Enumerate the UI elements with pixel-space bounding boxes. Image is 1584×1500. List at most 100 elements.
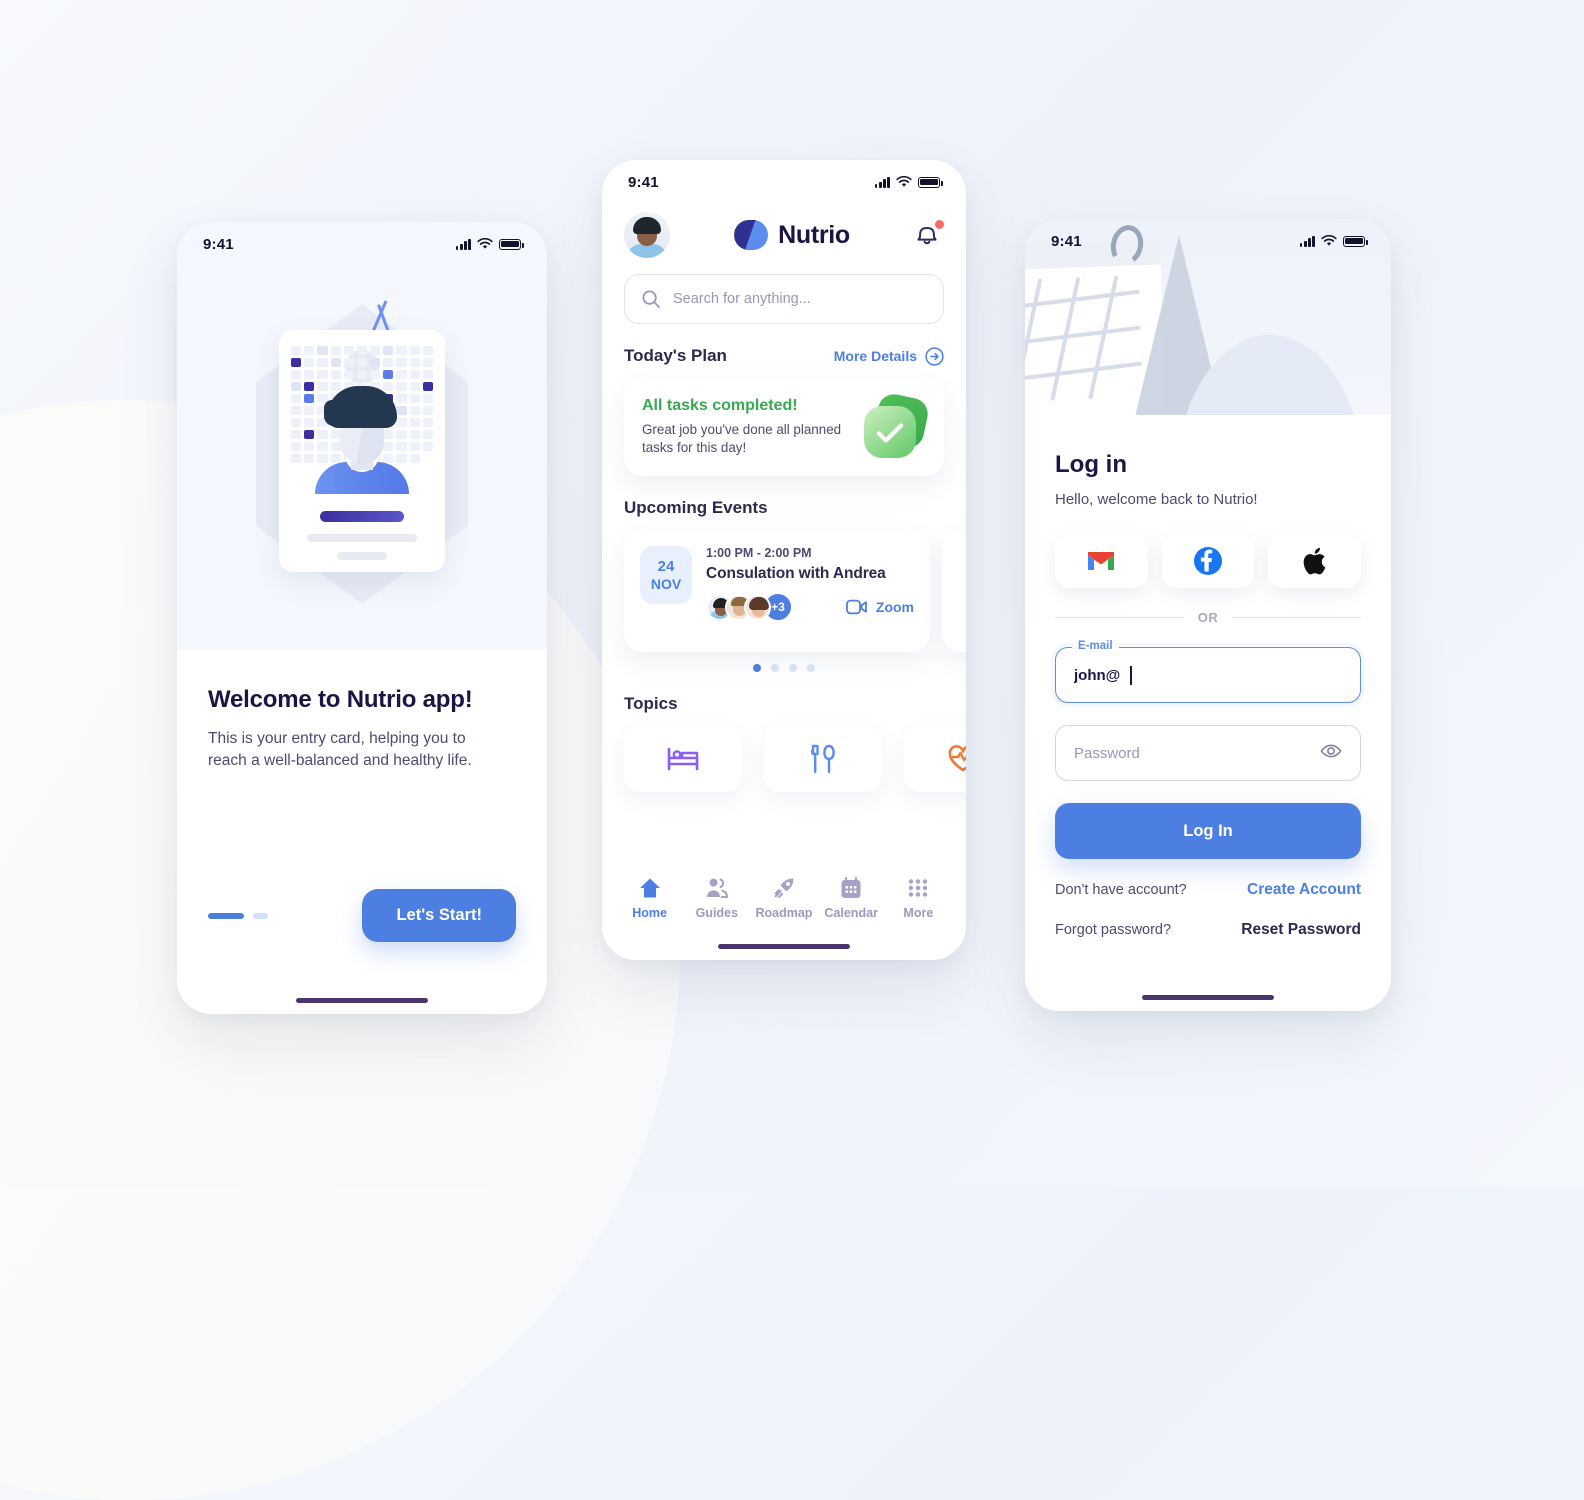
status-bar: 9:41 — [602, 160, 966, 204]
card-line-bar-2 — [337, 552, 387, 560]
section-title-todays-plan: Today's Plan — [624, 346, 727, 365]
social-login-row — [1055, 534, 1362, 588]
event-title: Consulation with Andrea — [706, 565, 886, 582]
create-account-link[interactable]: Create Account — [1247, 881, 1361, 899]
reset-password-row: Forgot password? Reset Password — [1055, 921, 1361, 939]
or-divider: OR — [1055, 610, 1361, 625]
event-card[interactable]: 24 NOV 1:00 PM - 2:00 PM Consulation wit… — [624, 530, 930, 652]
grid-dots-icon — [909, 879, 928, 897]
topics-header: Topics — [624, 694, 944, 714]
section-title-topics: Topics — [624, 694, 678, 713]
lets-start-button[interactable]: Let's Start! — [362, 889, 516, 942]
card-name-bar — [320, 511, 404, 522]
bell-icon[interactable] — [914, 219, 944, 251]
home-indicator — [296, 998, 428, 1003]
signal-bars-icon — [455, 238, 471, 250]
event-card-next-peek[interactable] — [942, 530, 966, 652]
create-account-row: Don't have account? Create Account — [1055, 881, 1361, 899]
zoom-join-button[interactable]: Zoom — [845, 599, 914, 615]
heart-pulse-icon — [948, 745, 966, 772]
email-input[interactable] — [1074, 666, 1136, 684]
tab-guides[interactable]: Guides — [686, 876, 748, 920]
google-login-button[interactable] — [1055, 534, 1148, 588]
check-shield-icon — [864, 391, 931, 458]
topics-carousel[interactable] — [624, 726, 966, 796]
avatar-hair — [324, 386, 397, 428]
pagination-dot-2[interactable] — [253, 912, 268, 919]
reset-password-link[interactable]: Reset Password — [1241, 921, 1361, 939]
battery-icon — [499, 238, 524, 250]
tasks-completed-card[interactable]: All tasks completed! Great job you've do… — [624, 378, 944, 476]
status-bar: 9:41 — [177, 222, 547, 266]
calendar-icon — [841, 876, 861, 898]
password-field[interactable] — [1055, 725, 1361, 781]
logo-text: Nutrio — [778, 220, 850, 249]
card-line-bar-1 — [307, 534, 417, 542]
upcoming-events-header: Upcoming Events — [624, 498, 944, 518]
todays-plan-header: Today's Plan More Details — [624, 346, 944, 366]
more-details-link[interactable]: More Details — [833, 346, 944, 366]
page-title: Welcome to Nutrio app! — [208, 686, 473, 713]
entry-card-illustration — [177, 282, 547, 622]
page-title: Log in — [1055, 451, 1127, 478]
tab-roadmap[interactable]: Roadmap — [753, 876, 815, 920]
page-subtitle: This is your entry card, helping you to … — [208, 730, 472, 769]
tab-calendar[interactable]: Calendar — [820, 876, 882, 920]
tasks-card-heading: All tasks completed! — [642, 397, 798, 415]
home-content: Nutrio Today's Plan — [602, 212, 966, 796]
tasks-card-body: Great job you've done all planned tasks … — [642, 422, 842, 455]
home-icon — [639, 878, 660, 898]
carousel-dot-3[interactable] — [789, 664, 797, 672]
facebook-icon — [1194, 547, 1222, 575]
events-carousel[interactable]: 24 NOV 1:00 PM - 2:00 PM Consulation wit… — [624, 530, 966, 662]
attendee-avatars[interactable]: +3 — [706, 592, 793, 622]
status-time: 9:41 — [628, 173, 659, 191]
onboarding-pagination[interactable] — [208, 912, 268, 919]
tab-more-label: More — [903, 906, 934, 920]
signal-bars-icon — [874, 176, 890, 188]
tasks-card-text: All tasks completed! Great job you've do… — [642, 397, 852, 457]
search-input[interactable] — [673, 291, 927, 307]
battery-icon — [918, 176, 943, 188]
fork-spoon-icon — [810, 744, 835, 774]
user-avatar[interactable] — [624, 212, 670, 258]
tab-more[interactable]: More — [887, 876, 949, 920]
events-carousel-pagination[interactable] — [624, 664, 944, 672]
divider-line-right — [1232, 616, 1361, 619]
login-form: Log in Hello, welcome back to Nutrio! OR… — [1025, 415, 1391, 1011]
facebook-login-button[interactable] — [1161, 534, 1255, 588]
attendee-avatar-3 — [744, 593, 771, 621]
carousel-dot-1[interactable] — [753, 664, 761, 672]
status-time: 9:41 — [1051, 232, 1082, 250]
screens-stage: 9:41 Welcome to Nutrio app! This is your… — [0, 0, 1584, 1188]
tab-home[interactable]: Home — [619, 876, 681, 920]
wifi-icon — [896, 176, 912, 187]
carousel-dot-2[interactable] — [771, 664, 779, 672]
apple-login-button[interactable] — [1268, 534, 1362, 588]
people-icon — [706, 878, 728, 899]
video-camera-icon — [845, 599, 867, 615]
wifi-icon — [477, 238, 493, 249]
apple-icon — [1303, 547, 1326, 575]
password-input[interactable] — [1074, 744, 1320, 762]
log-in-button[interactable]: Log In — [1055, 803, 1361, 859]
no-account-question: Don't have account? — [1055, 882, 1187, 898]
pagination-dot-1[interactable] — [208, 912, 244, 919]
section-title-upcoming-events: Upcoming Events — [624, 498, 768, 517]
page-subtitle: Hello, welcome back to Nutrio! — [1055, 491, 1258, 508]
event-date-box: 24 NOV — [640, 546, 692, 604]
tab-calendar-label: Calendar — [824, 906, 878, 920]
topic-card-health[interactable] — [904, 726, 966, 792]
eye-icon[interactable] — [1320, 743, 1342, 764]
more-details-label: More Details — [833, 348, 917, 364]
event-details: 1:00 PM - 2:00 PM Consulation with Andre… — [706, 546, 914, 636]
topic-card-nutrition[interactable] — [764, 726, 882, 792]
email-field[interactable]: E-mail — [1055, 640, 1361, 703]
topic-card-sleep[interactable] — [624, 726, 742, 792]
battery-icon — [1343, 235, 1368, 247]
rocket-icon — [774, 878, 794, 899]
search-bar[interactable] — [624, 274, 944, 324]
tab-home-label: Home — [632, 906, 667, 920]
carousel-dot-4[interactable] — [807, 664, 815, 672]
status-icons — [455, 238, 524, 250]
